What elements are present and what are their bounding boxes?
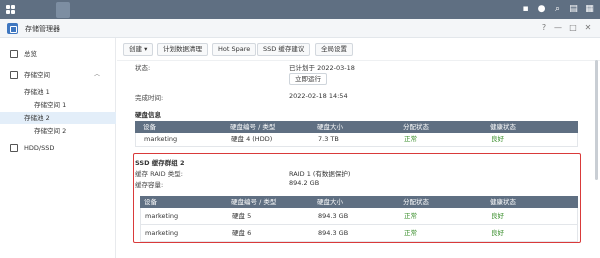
sidebar-item-label: 总览 (24, 50, 37, 58)
sidebar-item-label: HDD/SSD (24, 144, 55, 152)
disk-info-title: 硬盘信息 (135, 111, 161, 119)
column-header: 分配状态 (403, 123, 429, 131)
disk-icon (10, 144, 18, 152)
window-title: 存储管理器 (25, 25, 60, 33)
search-icon[interactable]: ⌕ (552, 4, 563, 15)
sidebar-item-volume-1[interactable]: 存储空间 1 (0, 99, 116, 111)
column-header: 硬盘编号 / 类型 (230, 123, 276, 131)
maximize-icon[interactable]: □ (567, 22, 579, 34)
sidebar-item-label: 存储空间 1 (34, 101, 67, 109)
global-settings-button[interactable]: 全局设置 (315, 43, 353, 56)
options-icon[interactable]: ▦ (584, 4, 595, 15)
sidebar: 总览 存储空间 ︿ 存储池 1 存储空间 1 存储池 2 存储空间 2 HDD/… (0, 38, 116, 258)
user-icon[interactable]: ● (536, 4, 547, 15)
close-icon[interactable]: ✕ (582, 22, 594, 34)
status-label: 状态: (135, 64, 151, 72)
help-icon[interactable]: ? (538, 22, 550, 34)
minimize-icon[interactable]: — (552, 22, 564, 34)
sidebar-item-label: 存储池 1 (24, 88, 50, 96)
window-titlebar: 存储管理器 ? — □ ✕ (0, 19, 600, 38)
status-value: 已计划于 2022-03-18 (289, 64, 355, 72)
cell-disk: 硬盘 4 (HDD) (231, 135, 273, 143)
sidebar-item-label: 存储空间 (24, 71, 50, 79)
schedule-scrub-button[interactable]: 计划数据清理 (157, 43, 208, 56)
main-menu-icon[interactable] (3, 2, 18, 17)
sidebar-item-label: 存储池 2 (24, 114, 50, 122)
sidebar-item-pool-2[interactable]: 存储池 2 (0, 112, 116, 124)
storage-manager-icon (7, 23, 18, 34)
ssd-cache-advisor-button[interactable]: SSD 缓存建议 (257, 43, 311, 56)
widgets-icon[interactable]: ▤ (568, 4, 579, 15)
highlight-box (133, 153, 581, 243)
sidebar-item-volume-2[interactable]: 存储空间 2 (0, 125, 116, 137)
overview-icon (10, 50, 18, 58)
chat-icon[interactable]: ▪ (520, 4, 531, 15)
create-button[interactable]: 创建 ▾ (123, 43, 154, 56)
cell-device: marketing (144, 135, 178, 143)
chevron-up-icon[interactable]: ︿ (94, 69, 100, 81)
run-now-button[interactable]: 立即运行 (289, 73, 327, 85)
storage-manager-taskbar-icon[interactable] (56, 2, 70, 18)
storage-icon (10, 71, 18, 79)
sidebar-item-label: 存储空间 2 (34, 127, 67, 135)
hot-spare-button[interactable]: Hot Spare (212, 43, 257, 56)
sidebar-item-storage[interactable]: 存储空间 ︿ (0, 69, 116, 81)
table-row[interactable]: marketing 硬盘 4 (HDD) 7.3 TB 正常 良好 (135, 133, 578, 147)
scrollbar[interactable] (595, 60, 598, 180)
completed-label: 完成时间: (135, 94, 164, 102)
disk-info-table-header: 设备 硬盘编号 / 类型 硬盘大小 分配状态 健康状态 (135, 121, 578, 133)
sidebar-item-pool-1[interactable]: 存储池 1 (0, 86, 116, 98)
sidebar-item-hdd-ssd[interactable]: HDD/SSD (0, 142, 116, 154)
sidebar-item-overview[interactable]: 总览 (0, 48, 116, 60)
cell-size: 7.3 TB (318, 135, 339, 143)
column-header: 设备 (143, 123, 156, 131)
cell-health: 良好 (491, 135, 504, 143)
cell-allocation: 正常 (404, 135, 417, 143)
column-header: 健康状态 (490, 123, 516, 131)
completed-value: 2022-02-18 14:54 (289, 92, 348, 100)
taskbar: ▪ ● ⌕ ▤ ▦ (0, 0, 600, 19)
column-header: 硬盘大小 (317, 123, 343, 131)
toolbar: 创建 ▾ 计划数据清理 Hot Spare SSD 缓存建议 全局设置 (117, 38, 600, 60)
